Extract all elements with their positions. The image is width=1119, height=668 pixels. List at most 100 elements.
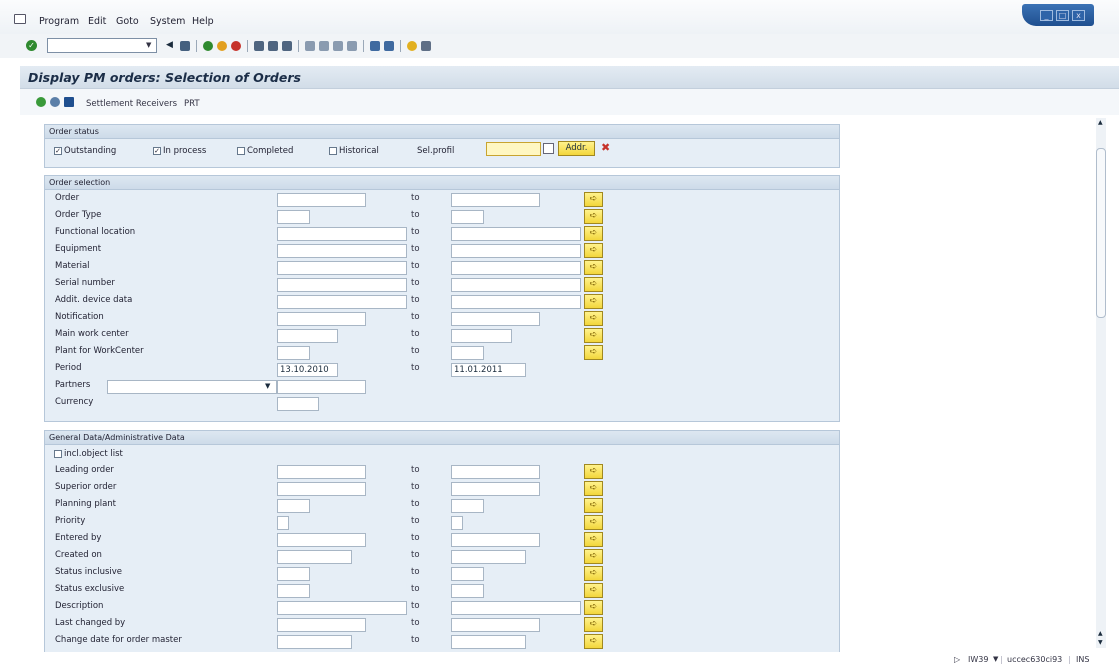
find-next-icon[interactable]: [282, 41, 292, 51]
plant-for-workcenter-from-input[interactable]: [277, 346, 310, 360]
last-changed-by-to-input[interactable]: [451, 618, 540, 632]
notification-to-input[interactable]: [451, 312, 540, 326]
multiple-selection-arrow-icon[interactable]: ➪: [584, 566, 603, 581]
new-session-icon[interactable]: [370, 41, 380, 51]
order-type-to-input[interactable]: [451, 210, 484, 224]
serial-number-to-input[interactable]: [451, 278, 581, 292]
maximize-icon[interactable]: □: [1056, 9, 1069, 21]
order-to-input[interactable]: [451, 193, 540, 207]
serial-number-from-input[interactable]: [277, 278, 407, 292]
currency-input[interactable]: [277, 397, 319, 411]
in-process-checkbox[interactable]: ✓: [153, 147, 161, 155]
command-dropdown-icon[interactable]: ▼: [146, 41, 151, 49]
functional-location-from-input[interactable]: [277, 227, 407, 241]
order-from-input[interactable]: [277, 193, 366, 207]
scroll-up-icon[interactable]: ▲: [1098, 630, 1103, 637]
incl-object-list-checkbox[interactable]: [54, 450, 62, 458]
minimize-icon[interactable]: _: [1040, 9, 1053, 21]
multiple-selection-arrow-icon[interactable]: ➪: [584, 328, 603, 343]
close-window-icon[interactable]: x: [1072, 9, 1085, 21]
created-on-from-input[interactable]: [277, 550, 352, 564]
change-date-from-input[interactable]: [277, 635, 352, 649]
superior-order-to-input[interactable]: [451, 482, 540, 496]
historical-checkbox[interactable]: [329, 147, 337, 155]
addit-device-data-from-input[interactable]: [277, 295, 407, 309]
completed-checkbox[interactable]: [237, 147, 245, 155]
equipment-from-input[interactable]: [277, 244, 407, 258]
multiple-selection-arrow-icon[interactable]: ➪: [584, 209, 603, 224]
system-menu-icon[interactable]: [14, 14, 26, 24]
back-nav-icon[interactable]: ◀: [166, 40, 173, 50]
menu-system[interactable]: System: [150, 16, 185, 27]
scroll-down-icon[interactable]: ▼: [1098, 639, 1103, 646]
menu-program[interactable]: Program: [39, 16, 79, 27]
back-icon[interactable]: [203, 41, 213, 51]
priority-to-input[interactable]: [451, 516, 463, 530]
multiple-selection-arrow-icon[interactable]: ➪: [584, 243, 603, 258]
find-icon[interactable]: [268, 41, 278, 51]
entered-by-to-input[interactable]: [451, 533, 540, 547]
menu-goto[interactable]: Goto: [116, 16, 139, 27]
execute-icon[interactable]: [36, 97, 46, 107]
multiple-selection-arrow-icon[interactable]: ➪: [584, 583, 603, 598]
first-page-icon[interactable]: [305, 41, 315, 51]
previous-page-icon[interactable]: [319, 41, 329, 51]
multiple-selection-arrow-icon[interactable]: ➪: [584, 549, 603, 564]
settlement-receivers-button[interactable]: Settlement Receivers: [86, 99, 177, 109]
chevron-down-icon[interactable]: ▼: [993, 655, 998, 663]
chevron-down-icon[interactable]: ▼: [265, 382, 270, 390]
multiple-selection-arrow-icon[interactable]: ➪: [584, 260, 603, 275]
partner-input[interactable]: [277, 380, 366, 394]
multiple-selection-arrow-icon[interactable]: ➪: [584, 226, 603, 241]
last-changed-by-from-input[interactable]: [277, 618, 366, 632]
multiple-selection-arrow-icon[interactable]: ➪: [584, 464, 603, 479]
multiple-selection-arrow-icon[interactable]: ➪: [584, 532, 603, 547]
menu-edit[interactable]: Edit: [88, 16, 106, 27]
save-icon[interactable]: [180, 41, 190, 51]
addr-button[interactable]: Addr.: [558, 141, 595, 156]
created-on-to-input[interactable]: [451, 550, 526, 564]
menu-help[interactable]: Help: [192, 16, 214, 27]
multiple-selection-arrow-icon[interactable]: ➪: [584, 311, 603, 326]
order-type-from-input[interactable]: [277, 210, 310, 224]
multiple-selection-arrow-icon[interactable]: ➪: [584, 617, 603, 632]
help-icon[interactable]: [407, 41, 417, 51]
value-help-icon[interactable]: [543, 143, 554, 154]
main-work-center-from-input[interactable]: [277, 329, 338, 343]
scrollbar-thumb[interactable]: [1096, 148, 1106, 318]
multiple-selection-arrow-icon[interactable]: ➪: [584, 515, 603, 530]
multiple-selection-arrow-icon[interactable]: ➪: [584, 498, 603, 513]
equipment-to-input[interactable]: [451, 244, 581, 258]
cancel-icon[interactable]: [231, 41, 241, 51]
outstanding-checkbox[interactable]: ✓: [54, 147, 62, 155]
status-exclusive-to-input[interactable]: [451, 584, 484, 598]
shortcut-icon[interactable]: [384, 41, 394, 51]
info-icon[interactable]: [64, 97, 74, 107]
status-inclusive-from-input[interactable]: [277, 567, 310, 581]
partner-role-dropdown[interactable]: [107, 380, 277, 394]
notification-from-input[interactable]: [277, 312, 366, 326]
scroll-up-icon[interactable]: ▲: [1098, 119, 1103, 126]
sel-profile-input[interactable]: [486, 142, 541, 156]
status-exclusive-from-input[interactable]: [277, 584, 310, 598]
description-to-input[interactable]: [451, 601, 581, 615]
main-work-center-to-input[interactable]: [451, 329, 512, 343]
exit-icon[interactable]: [217, 41, 227, 51]
print-icon[interactable]: [254, 41, 264, 51]
multiple-selection-arrow-icon[interactable]: ➪: [584, 345, 603, 360]
plant-for-workcenter-to-input[interactable]: [451, 346, 484, 360]
functional-location-to-input[interactable]: [451, 227, 581, 241]
period-to-input[interactable]: 11.01.2011: [451, 363, 526, 377]
priority-from-input[interactable]: [277, 516, 289, 530]
vertical-scrollbar[interactable]: ▲ ▲ ▼: [1096, 118, 1106, 648]
transaction-code[interactable]: IW39: [968, 655, 988, 664]
leading-order-from-input[interactable]: [277, 465, 366, 479]
enter-check-icon[interactable]: ✓: [26, 40, 37, 51]
last-page-icon[interactable]: [347, 41, 357, 51]
multiple-selection-arrow-icon[interactable]: ➪: [584, 634, 603, 649]
status-expand-icon[interactable]: ▷: [954, 655, 960, 664]
entered-by-from-input[interactable]: [277, 533, 366, 547]
planning-plant-from-input[interactable]: [277, 499, 310, 513]
multiple-selection-arrow-icon[interactable]: ➪: [584, 294, 603, 309]
status-inclusive-to-input[interactable]: [451, 567, 484, 581]
